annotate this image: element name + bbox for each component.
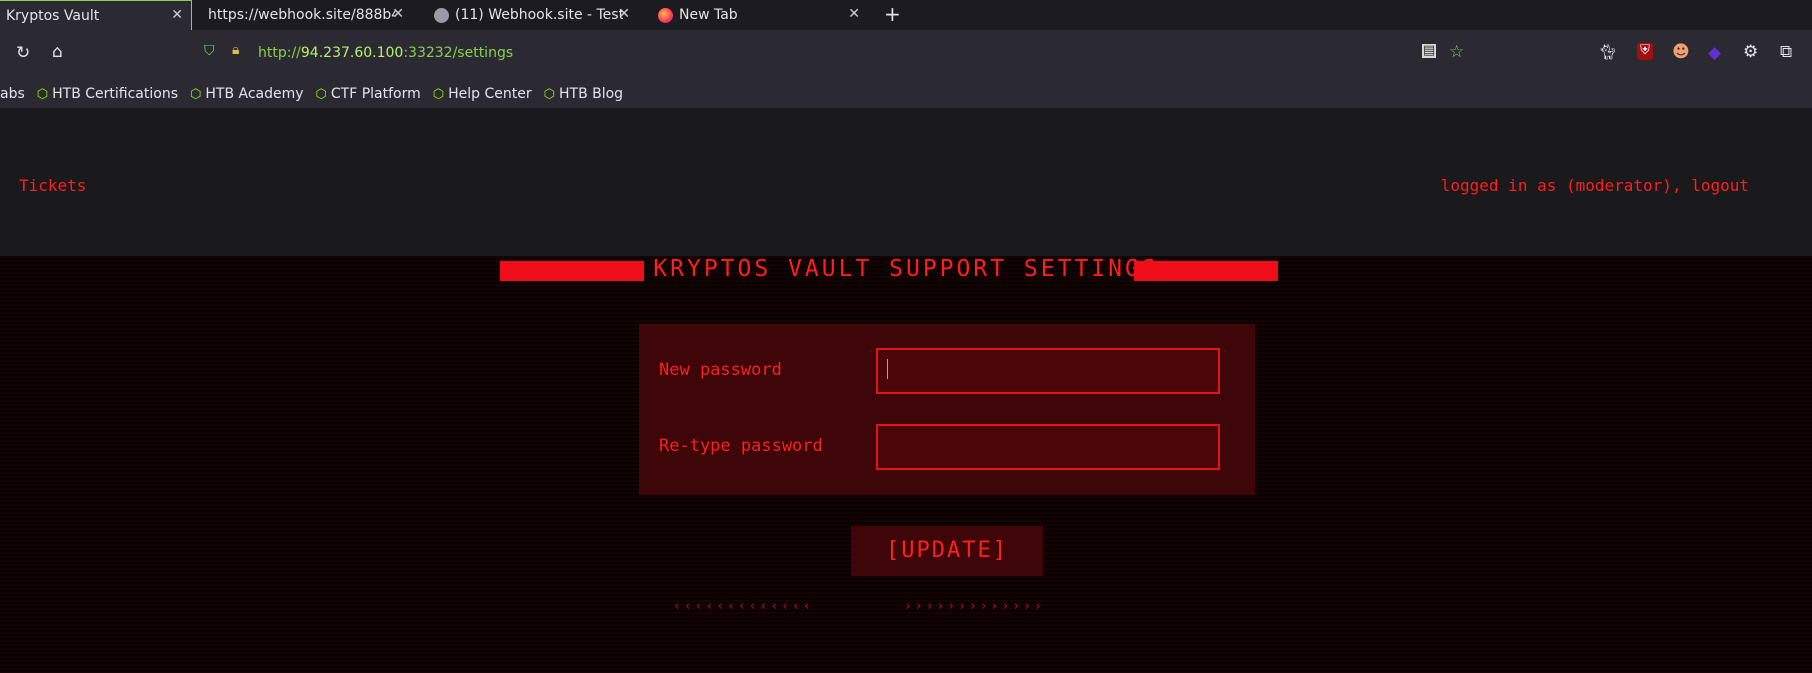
tab-label: Kryptos Vault: [6, 7, 100, 24]
bookmarks-bar: abs ⬡ HTB Certifications ⬡ HTB Academy ⬡ CT…: [0, 80, 1812, 108]
bookmark-htb-blog[interactable]: ⬡ HTB Blog: [544, 86, 623, 102]
bookmark-label: HTB Certifications: [52, 86, 178, 102]
decorative-arrows-right: ›››››››››››››: [904, 599, 1045, 614]
extension-cat-icon[interactable]: 🐈︎: [1598, 43, 1617, 61]
home-icon[interactable]: ⌂: [52, 42, 63, 62]
cube-icon: ⬡: [432, 86, 445, 102]
tickets-link[interactable]: Tickets: [19, 176, 86, 195]
url-scheme: http://: [258, 45, 301, 61]
new-password-label: New password: [659, 360, 782, 380]
site-header: Tickets logged in as (moderator), logout: [0, 108, 1812, 256]
new-password-input[interactable]: [876, 348, 1220, 394]
webhook-favicon-icon: [434, 7, 449, 23]
decorative-arrows-left: ‹‹‹‹‹‹‹‹‹‹‹‹‹: [673, 599, 814, 614]
title-bar-right: [1134, 261, 1278, 281]
retype-password-label: Re-type password: [659, 436, 823, 456]
user-status-logout-link[interactable]: logged in as (moderator), logout: [1441, 176, 1749, 195]
bookmark-label: HTB Blog: [558, 86, 624, 102]
close-icon[interactable]: ✕: [392, 6, 404, 22]
url-bar[interactable]: http://94.237.60.100:33232/settings: [258, 45, 513, 61]
tab-kryptos-vault[interactable]: Kryptos Vault ✕: [0, 0, 192, 30]
cube-icon: ⬡: [315, 86, 327, 102]
tab-new-tab[interactable]: New Tab ✕: [652, 0, 868, 30]
retype-password-input[interactable]: [876, 424, 1220, 470]
close-icon[interactable]: ✕: [171, 7, 183, 23]
tab-label: (11) Webhook.site - Test,: [455, 7, 623, 23]
password-form: New password Re-type password: [639, 324, 1255, 495]
text-caret: [887, 359, 888, 379]
shield-icon[interactable]: ⛉: [204, 43, 215, 59]
cookie-icon[interactable]: ⚙: [1743, 42, 1758, 62]
tab-label: New Tab: [679, 7, 738, 23]
bookmark-label: CTF Platform: [330, 86, 421, 102]
bookmark-label: Help Center: [448, 86, 532, 102]
url-path: :33232/settings: [403, 45, 514, 61]
bookmark-htb-certifications[interactable]: ⬡ HTB Certifications: [37, 86, 178, 102]
tab-bar: Kryptos Vault ✕ https://webhook.site/888…: [0, 0, 1812, 30]
page-title: KRYPTOS VAULT SUPPORT SETTINGS: [653, 256, 1159, 282]
url-host: 94.237.60.100: [300, 45, 404, 61]
bookmark-ctf-platform[interactable]: ⬡ CTF Platform: [316, 86, 421, 102]
page-icon[interactable]: ▤: [1422, 44, 1436, 58]
bookmark-label: HTB Academy: [205, 86, 304, 102]
navigation-bar: ↻ ⌂ ⛉ 🔒︎ http://94.237.60.100:33232/sett…: [0, 30, 1812, 80]
new-tab-plus-icon[interactable]: +: [884, 2, 901, 26]
extension-face-icon[interactable]: ☻: [1672, 42, 1690, 62]
tab-webhook-url[interactable]: https://webhook.site/888b4 ✕: [202, 0, 412, 30]
tab-label: https://webhook.site/888b4: [208, 7, 396, 23]
bookmark-htb-academy[interactable]: ⬡ HTB Academy: [190, 86, 304, 102]
reload-icon[interactable]: ↻: [16, 43, 30, 63]
bookmark-star-icon[interactable]: ☆: [1449, 42, 1464, 62]
bookmark-help-center[interactable]: ⬡ Help Center: [433, 86, 532, 102]
lock-icon[interactable]: 🔒︎: [232, 42, 239, 58]
close-icon[interactable]: ✕: [618, 6, 630, 22]
cube-icon: ⬡: [190, 86, 202, 102]
update-button[interactable]: [UPDATE]: [851, 526, 1043, 576]
close-icon[interactable]: ✕: [848, 6, 860, 22]
extensions-puzzle-icon[interactable]: ⧉: [1780, 42, 1792, 62]
firefox-icon: [658, 7, 673, 23]
ublock-icon[interactable]: ⛨: [1637, 43, 1653, 60]
bookmark-label: abs: [0, 86, 25, 102]
settings-page: KRYPTOS VAULT SUPPORT SETTINGS New passw…: [0, 256, 1812, 673]
bookmark-item[interactable]: abs: [0, 86, 25, 102]
cube-icon: ⬡: [543, 86, 555, 102]
extension-diamond-icon[interactable]: ◆: [1708, 43, 1721, 63]
cube-icon: ⬡: [36, 86, 49, 102]
tab-webhook-site[interactable]: (11) Webhook.site - Test, ✕: [428, 0, 638, 30]
